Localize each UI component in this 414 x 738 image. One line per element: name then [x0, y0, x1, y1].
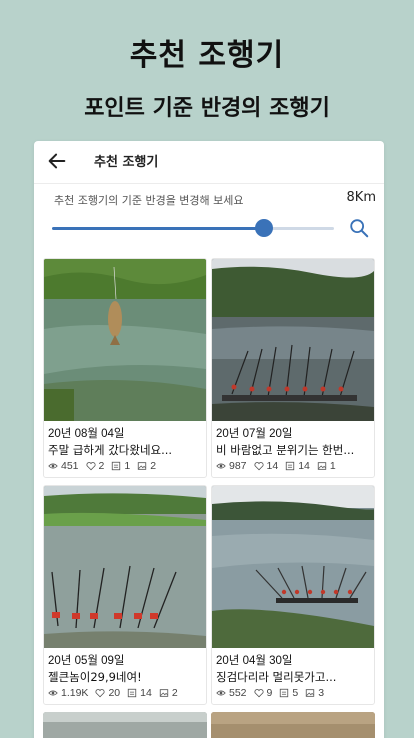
eye-icon: [216, 463, 226, 469]
card-date: 20년 08월 04일: [48, 428, 125, 440]
view-count: 451: [61, 460, 79, 472]
view-count: 987: [229, 460, 247, 472]
app-bar: 추천 조행기: [34, 141, 384, 183]
card-date: 20년 05월 09일: [48, 655, 125, 667]
comment-count: 14: [140, 687, 152, 699]
journal-card[interactable]: 20년 04월 30일 징검다리라 멀리못가고... 552 9 5 3: [211, 485, 375, 705]
slider-track-filled: [52, 227, 264, 230]
card-caption: 젤큰놈이29,9네여!: [48, 670, 142, 684]
back-arrow-icon[interactable]: [46, 150, 68, 172]
card-date: 20년 07월 20일: [216, 428, 293, 440]
photo-icon: [317, 462, 327, 470]
lake-rods-photo: [212, 486, 374, 648]
radius-slider[interactable]: [52, 218, 334, 238]
photo-count: 3: [318, 687, 325, 699]
view-count: 1.19K: [61, 687, 89, 699]
card-caption: 징검다리라 멀리못가고...: [216, 670, 337, 684]
journal-card[interactable]: 20년 05월 09일 젤큰놈이29,9네여! 1.19K 20 14 2: [43, 485, 207, 705]
heart-icon: [95, 689, 105, 698]
heart-icon: [253, 462, 264, 471]
journal-card[interactable]: 20년 08월 04일 주말 급하게 갔다왔네요... 451 2 1 2: [43, 258, 207, 478]
like-count: 2: [98, 460, 105, 472]
card-stats: 1.19K 20 14 2: [48, 687, 185, 699]
photo-count: 1: [329, 460, 336, 472]
app-bar-divider: [34, 183, 384, 184]
fishing-rods-photo: [44, 486, 206, 648]
eye-icon: [48, 690, 58, 696]
photo-count: 2: [171, 687, 178, 699]
photo-icon: [159, 689, 168, 697]
search-icon[interactable]: [348, 217, 370, 239]
photo-icon: [306, 689, 315, 697]
card-date: 20년 04월 30일: [216, 655, 293, 667]
card-caption: 주말 급하게 갔다왔네요...: [48, 443, 173, 457]
heart-icon: [253, 689, 264, 698]
comment-count: 14: [298, 460, 310, 472]
app-screen: 추천 조행기 추천 조행기의 기준 반경을 변경해 보세요 8Km 20년 08…: [34, 141, 384, 738]
page-title: 추천 조행기: [94, 155, 159, 170]
journal-card[interactable]: 20년 07월 20일 비 바람없고 분위기는 한번... 987 14 14 …: [211, 258, 375, 478]
view-count: 552: [229, 687, 247, 699]
heart-icon: [85, 462, 96, 471]
comment-icon: [286, 461, 295, 471]
like-count: 14: [266, 460, 279, 472]
comment-count: 5: [292, 687, 299, 699]
photo-icon: [138, 462, 147, 470]
comment-icon: [112, 461, 121, 471]
comment-count: 1: [124, 460, 131, 472]
card-caption: 비 바람없고 분위기는 한번...: [216, 443, 355, 457]
fishing-rods-photo: [212, 259, 374, 421]
eye-icon: [48, 463, 58, 469]
comment-icon: [127, 688, 137, 698]
fish-catch-photo: [44, 259, 206, 421]
card-stats: 552 9 5 3: [216, 687, 331, 699]
promo-subtitle: 포인트 기준 반경의 조행기: [84, 96, 330, 121]
photo-count: 2: [150, 460, 157, 472]
like-count: 20: [108, 687, 121, 699]
radius-hint-label: 추천 조행기의 기준 반경을 변경해 보세요: [54, 194, 244, 207]
eye-icon: [216, 690, 226, 696]
slider-track: [264, 227, 334, 230]
comment-icon: [280, 688, 289, 698]
radius-value: 8Km: [346, 190, 376, 205]
card-stats: 451 2 1 2: [48, 460, 163, 472]
journal-card-partial-photo[interactable]: [211, 712, 375, 738]
like-count: 9: [266, 687, 273, 699]
card-stats: 987 14 14 1: [216, 460, 343, 472]
slider-thumb[interactable]: [255, 219, 273, 237]
journal-card-partial-photo[interactable]: [43, 712, 207, 738]
promo-title: 추천 조행기: [129, 38, 285, 73]
